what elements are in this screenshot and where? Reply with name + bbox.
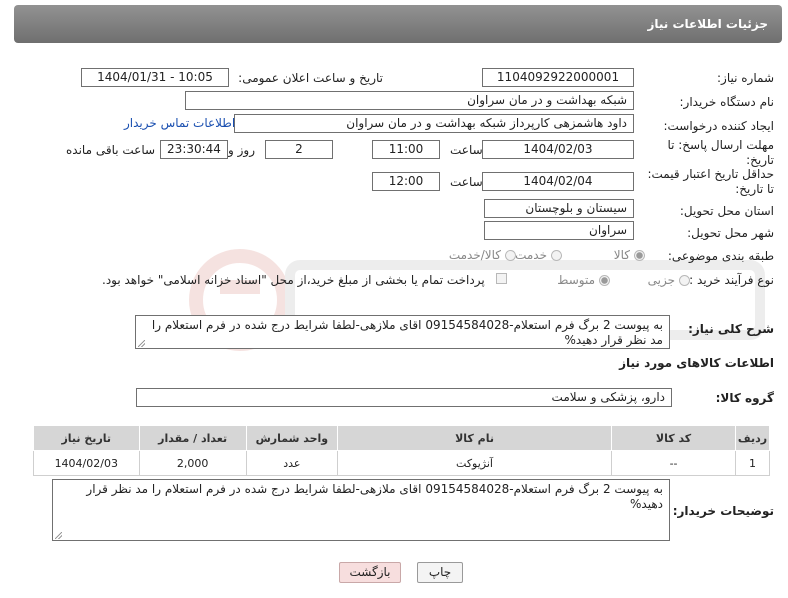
radio-selected-icon: [599, 274, 610, 286]
column-header-item-code: کد کالا: [611, 425, 737, 451]
column-header-row-number: ردیف: [735, 425, 770, 451]
city-label: شهر محل تحویل:: [687, 226, 774, 240]
category-label: طبقه بندی موضوعی:: [667, 249, 774, 263]
description-label: شرح کلی نیاز:: [688, 322, 774, 336]
column-header-item-name: نام کالا: [337, 425, 613, 451]
city-field: سراوان: [484, 221, 634, 240]
cell-item-code: --: [611, 450, 737, 476]
reply-deadline-label-line2: تاریخ:: [746, 153, 774, 167]
price-validity-time-label: ساعت: [450, 175, 483, 189]
price-validity-date-field: 1404/02/04: [482, 172, 634, 191]
category-option-goods-service[interactable]: کالا/خدمت: [449, 248, 516, 262]
buyer-org-field: شبکه بهداشت و در مان سراوان: [185, 91, 634, 110]
goods-table: ردیف کد کالا نام کالا واحد شمارش تعداد /…: [33, 425, 770, 476]
buyer-org-label: نام دستگاه خریدار:: [679, 95, 775, 109]
resize-handle-icon[interactable]: [138, 340, 145, 347]
province-field: سیستان و بلوچستان: [484, 199, 634, 218]
table-header-row: ردیف کد کالا نام کالا واحد شمارش تعداد /…: [33, 425, 770, 451]
requester-field: داود هاشمزهی کارپرداز شبکه بهداشت و در م…: [234, 114, 634, 133]
announce-datetime-label: تاریخ و ساعت اعلان عمومی:: [238, 71, 383, 85]
column-header-unit: واحد شمارش: [245, 425, 339, 451]
description-textarea[interactable]: به پیوست 2 برگ فرم استعلام-09154584028 ا…: [135, 315, 670, 349]
buyer-contact-link[interactable]: اطلاعات تماس خریدار: [124, 116, 235, 130]
radio-icon: [551, 249, 562, 261]
goods-group-label: گروه کالا:: [715, 391, 774, 405]
table-row: 1 -- آنژیوکت عدد 2,000 1404/02/03: [33, 450, 770, 476]
remaining-time-label: ساعت باقی مانده: [66, 143, 156, 157]
buyer-notes-textarea[interactable]: به پیوست 2 برگ فرم استعلام-09154584028 ا…: [52, 479, 670, 541]
reply-deadline-days-field: 2: [265, 140, 333, 159]
page-header: جزئیات اطلاعات نیاز: [14, 5, 782, 43]
reply-deadline-label-line1: مهلت ارسال پاسخ: تا: [667, 138, 774, 152]
cell-unit: عدد: [245, 450, 339, 476]
buyer-notes-label: توضیحات خریدار:: [672, 504, 774, 518]
goods-group-field: دارو، پزشکی و سلامت: [136, 388, 672, 407]
cell-quantity: 2,000: [138, 450, 247, 476]
reply-deadline-date-field: 1404/02/03: [482, 140, 634, 159]
cell-row-number: 1: [735, 450, 770, 476]
category-option-goods[interactable]: کالا: [614, 248, 645, 262]
category-option-service[interactable]: خدمت: [515, 248, 562, 262]
requester-label: ایجاد کننده درخواست:: [663, 119, 774, 133]
remaining-time-field: 23:30:44: [160, 140, 228, 159]
print-button[interactable]: چاپ: [417, 562, 463, 583]
cell-need-date: 1404/02/03: [33, 450, 140, 476]
resize-handle-icon[interactable]: [55, 532, 62, 539]
treasury-payment-checkbox[interactable]: [496, 273, 507, 284]
province-label: استان محل تحویل:: [679, 204, 774, 218]
purchase-type-option-medium[interactable]: متوسط: [557, 273, 610, 287]
reply-deadline-time-label: ساعت: [450, 143, 483, 157]
column-header-need-date: تاریخ نیاز: [33, 425, 140, 451]
cell-item-name: آنژیوکت: [337, 450, 613, 476]
treasury-payment-note: پرداخت تمام یا بخشی از مبلغ خرید،از محل …: [102, 273, 485, 287]
price-validity-label-line1: حداقل تاریخ اعتبار قیمت:: [647, 167, 774, 181]
back-button[interactable]: بازگشت: [339, 562, 401, 583]
purchase-type-option-minor[interactable]: جزیی: [648, 273, 690, 287]
need-number-field: 1104092922000001: [482, 68, 634, 87]
days-label: روز و: [228, 143, 255, 157]
price-validity-label-line2: تا تاریخ:: [735, 182, 774, 196]
need-number-label: شماره نیاز:: [717, 71, 774, 85]
goods-section-title: اطلاعات کالاهای مورد نیاز: [619, 356, 774, 370]
column-header-quantity: تعداد / مقدار: [138, 425, 247, 451]
radio-icon: [505, 249, 516, 261]
radio-selected-icon: [634, 249, 645, 261]
announce-datetime-field: 1404/01/31 - 10:05: [81, 68, 229, 87]
reply-deadline-time-field: 11:00: [372, 140, 440, 159]
price-validity-time-field: 12:00: [372, 172, 440, 191]
purchase-type-label: نوع فرآیند خرید :: [689, 273, 774, 287]
page-title: جزئیات اطلاعات نیاز: [647, 17, 768, 31]
radio-icon: [679, 274, 690, 286]
